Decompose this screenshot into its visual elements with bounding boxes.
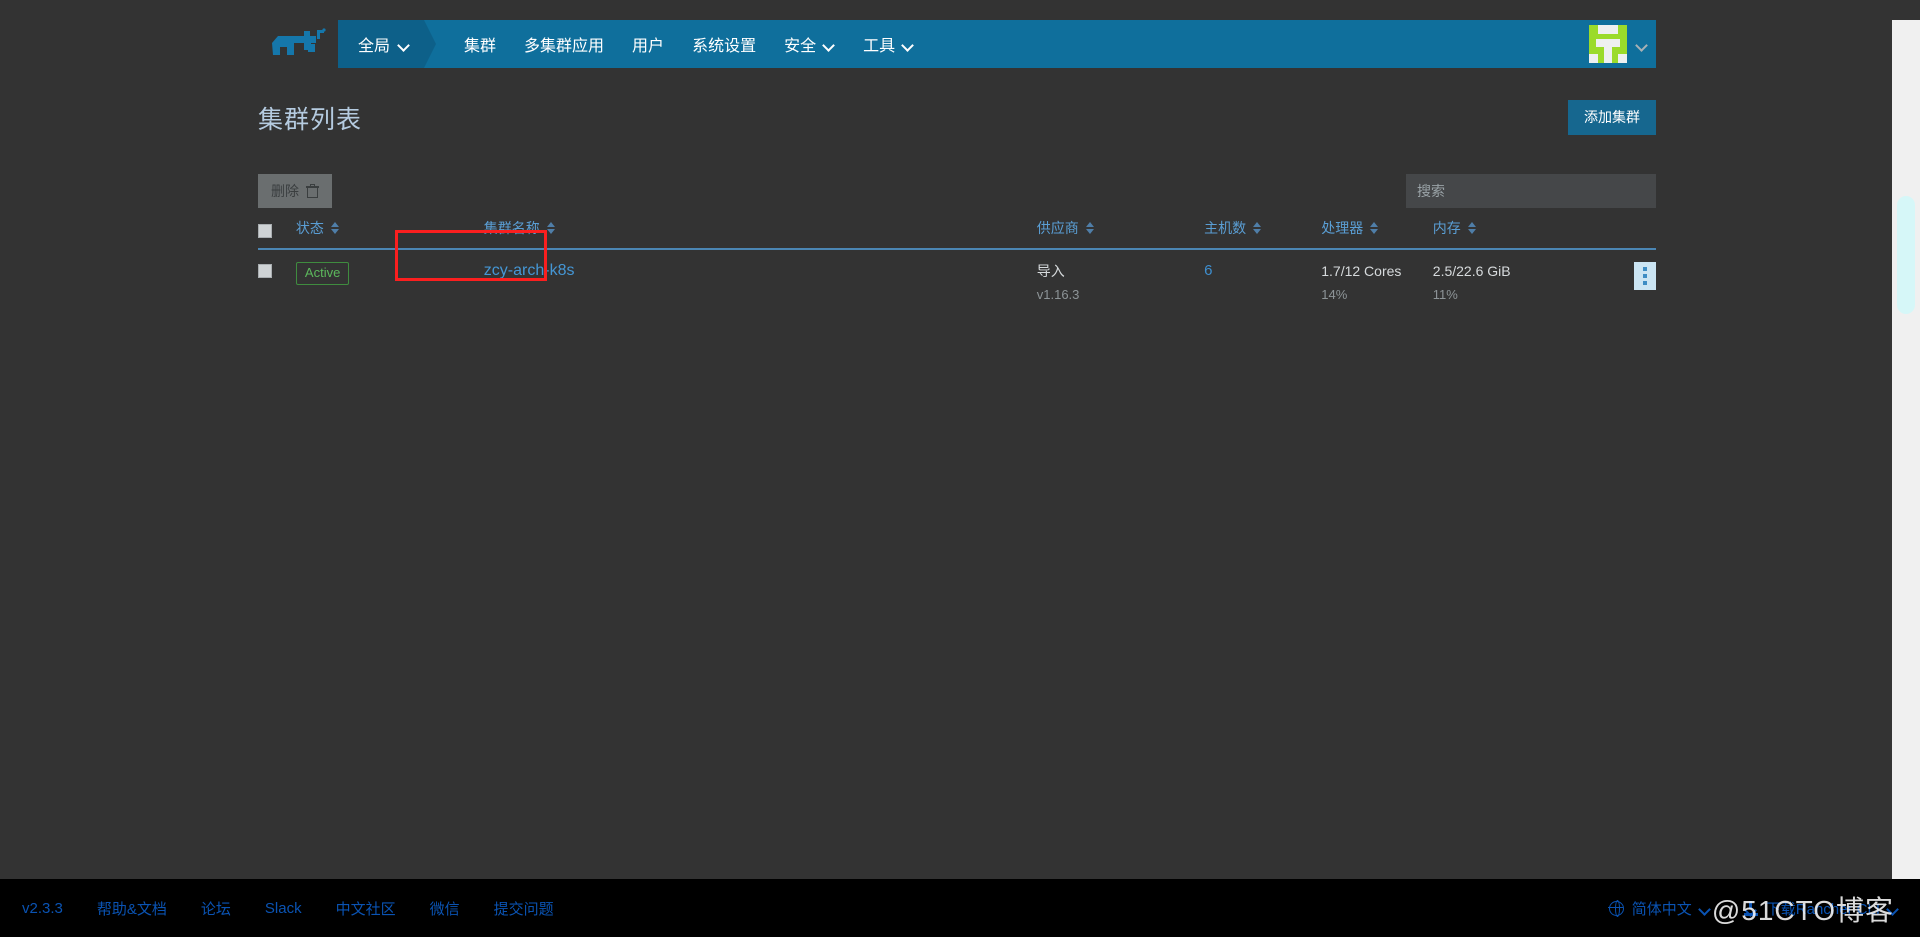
footer-link-file-issue[interactable]: 提交问题 <box>494 898 554 919</box>
column-header-cpu[interactable]: 处理器 <box>1321 218 1433 250</box>
footer-links: v2.3.3 帮助&文档 论坛 Slack 中文社区 微信 提交问题 <box>0 898 554 919</box>
column-header-name[interactable]: 集群名称 <box>400 218 1037 250</box>
column-header-label: 处理器 <box>1321 220 1364 236</box>
footer-link-forum[interactable]: 论坛 <box>201 898 231 919</box>
chevron-down-icon <box>1888 905 1898 912</box>
rancher-logo[interactable] <box>258 20 338 68</box>
chevron-down-icon <box>1700 905 1710 912</box>
cluster-table: 状态 集群名称 供应商 主机数 处理器 内存 Active zcy-arch-k… <box>258 218 1656 316</box>
row-name-cell: zcy-arch-k8s <box>401 249 1037 316</box>
delete-button-label: 删除 <box>271 183 299 199</box>
nav-scope-global[interactable]: 全局 <box>338 20 437 68</box>
nav-item-label: 安全 <box>784 38 817 55</box>
column-header-label: 内存 <box>1432 220 1461 236</box>
column-header-nodes[interactable]: 主机数 <box>1204 218 1322 250</box>
sort-icon[interactable] <box>546 222 555 234</box>
footer-link-docs[interactable]: 帮助&文档 <box>97 898 167 919</box>
column-header-state[interactable]: 状态 <box>295 218 401 250</box>
memory-value: 2.5/22.6 GiB <box>1432 263 1511 279</box>
kebab-menu-icon[interactable] <box>1634 262 1656 290</box>
memory-percent: 11% <box>1432 286 1458 302</box>
sort-icon[interactable] <box>1467 222 1476 234</box>
vertical-scrollbar-track[interactable] <box>1892 0 1920 879</box>
delete-button[interactable]: 删除 <box>258 174 332 208</box>
cluster-name-link[interactable]: zcy-arch-k8s <box>484 262 575 279</box>
page-footer: v2.3.3 帮助&文档 论坛 Slack 中文社区 微信 提交问题 简体中文 … <box>0 879 1920 937</box>
page-title: 集群列表 <box>258 106 363 134</box>
nav-item-label: 系统设置 <box>692 38 757 55</box>
download-icon <box>1743 900 1758 916</box>
footer-controls: 简体中文 下载Rancher CLI <box>1608 898 1920 919</box>
column-header-label: 集群名称 <box>483 220 540 236</box>
sort-icon[interactable] <box>1370 222 1379 234</box>
row-cpu-cell: 1.7/12 Cores 14% <box>1321 249 1433 316</box>
provider-version: v1.16.3 <box>1036 286 1080 302</box>
footer-link-chinese-community[interactable]: 中文社区 <box>336 898 396 919</box>
vertical-scrollbar-thumb[interactable] <box>1897 196 1915 314</box>
language-selector[interactable]: 简体中文 <box>1608 898 1710 919</box>
row-checkbox[interactable] <box>258 264 272 279</box>
select-all-checkbox[interactable] <box>258 224 272 238</box>
table-header-row: 状态 集群名称 供应商 主机数 处理器 内存 <box>258 218 1656 250</box>
cpu-value: 1.7/12 Cores <box>1321 263 1402 279</box>
table-row[interactable]: Active zcy-arch-k8s 导入 v1.16.3 6 1.7/12 … <box>258 249 1656 316</box>
download-cli-label: 下载Rancher CLI <box>1765 900 1880 918</box>
nav-item-label: 用户 <box>632 38 665 55</box>
column-header-checkbox <box>258 218 296 250</box>
nav-item-multicluster-apps[interactable]: 多集群应用 <box>510 20 618 68</box>
trash-icon <box>306 184 319 198</box>
column-header-label: 状态 <box>295 220 324 236</box>
table-body: Active zcy-arch-k8s 导入 v1.16.3 6 1.7/12 … <box>258 249 1656 316</box>
provider-value: 导入 <box>1036 263 1065 279</box>
column-header-provider[interactable]: 供应商 <box>1036 218 1205 250</box>
nav-item-label: 工具 <box>863 38 896 55</box>
chevron-down-icon <box>824 41 835 48</box>
nav-item-settings[interactable]: 系统设置 <box>678 20 770 68</box>
nav-item-users[interactable]: 用户 <box>618 20 678 68</box>
sort-icon[interactable] <box>1253 222 1262 234</box>
chevron-down-icon <box>399 41 410 48</box>
rancher-cow-logo-icon <box>272 28 326 55</box>
download-cli-button[interactable]: 下载Rancher CLI <box>1743 898 1898 919</box>
main-navbar: 全局 集群 多集群应用 用户 系统设置 安全 工具 <box>258 20 1656 68</box>
row-checkbox-cell <box>258 249 296 316</box>
chevron-down-icon[interactable] <box>1637 41 1648 48</box>
footer-link-slack[interactable]: Slack <box>265 900 302 917</box>
nav-item-label: 集群 <box>464 38 497 55</box>
user-avatar-icon[interactable] <box>1589 25 1627 63</box>
cluster-table-container: 状态 集群名称 供应商 主机数 处理器 内存 Active zcy-arch-k… <box>258 218 1656 316</box>
top-strip <box>0 0 1920 20</box>
row-state-cell: Active <box>295 249 401 316</box>
column-header-actions <box>1577 218 1656 250</box>
column-header-memory[interactable]: 内存 <box>1432 218 1578 250</box>
nav-user-area <box>1589 20 1656 68</box>
node-count-link[interactable]: 6 <box>1204 262 1212 279</box>
row-actions-cell <box>1578 249 1656 316</box>
column-header-label: 主机数 <box>1204 220 1247 236</box>
search-input[interactable] <box>1406 174 1656 208</box>
nav-scope-label: 全局 <box>358 38 391 55</box>
nav-item-clusters[interactable]: 集群 <box>450 20 510 68</box>
nav-menu: 集群 多集群应用 用户 系统设置 安全 工具 <box>424 20 1589 68</box>
status-badge: Active <box>295 262 350 285</box>
footer-link-version[interactable]: v2.3.3 <box>22 900 63 917</box>
sort-icon[interactable] <box>330 222 339 234</box>
row-provider-cell: 导入 v1.16.3 <box>1037 249 1204 316</box>
globe-icon <box>1608 900 1624 917</box>
row-memory-cell: 2.5/22.6 GiB 11% <box>1433 249 1578 316</box>
page-header: 集群列表 添加集群 <box>258 100 1656 144</box>
footer-link-wechat[interactable]: 微信 <box>430 898 460 919</box>
column-header-label: 供应商 <box>1036 220 1079 236</box>
cpu-percent: 14% <box>1321 286 1348 302</box>
nav-item-label: 多集群应用 <box>524 38 605 55</box>
language-label: 简体中文 <box>1631 900 1692 918</box>
add-cluster-button[interactable]: 添加集群 <box>1568 100 1656 135</box>
table-toolbar: 删除 <box>258 174 1656 208</box>
chevron-down-icon <box>903 41 914 48</box>
nav-item-tools[interactable]: 工具 <box>849 20 928 68</box>
row-nodes-cell: 6 <box>1204 249 1321 316</box>
sort-icon[interactable] <box>1085 222 1094 234</box>
table-header: 状态 集群名称 供应商 主机数 处理器 内存 <box>258 218 1656 250</box>
nav-item-security[interactable]: 安全 <box>770 20 849 68</box>
